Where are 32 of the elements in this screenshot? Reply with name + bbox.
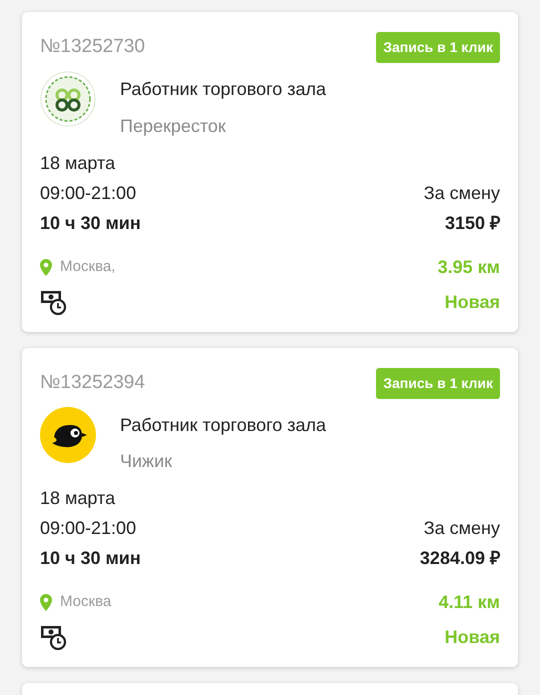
pay-amount: 3150 ₽ (444, 212, 500, 235)
shift-duration: 10 ч 30 мин (40, 547, 141, 570)
bird-logo-icon (40, 406, 96, 463)
distance: 3.95 км (438, 256, 500, 279)
cash-clock-icon (40, 290, 67, 315)
cash-clock-icon (40, 625, 67, 650)
city-name: Москва, (60, 256, 116, 277)
status-label: Новая (444, 290, 500, 314)
shift-time: 09:00-21:00 (40, 517, 138, 540)
logo-icon (40, 71, 96, 127)
status-label: Новая (444, 626, 500, 650)
job-card[interactable]: №13252730 Запись в 1 клик Работник торгового зала Перекресток 18 марта 09:00-21:00 10 ч 30 мин За смену 3150 ₽ Москва, 3.95 км Новая (22, 12, 518, 332)
one-click-badge: Запись в 1 клик (376, 368, 500, 399)
pay-label: За смену (424, 182, 500, 205)
one-click-badge: Запись в 1 клик (376, 32, 500, 63)
pay-label: За смену (422, 517, 500, 540)
shift-time: 09:00-21:00 (40, 182, 138, 205)
company-name: Перекресток (120, 114, 227, 138)
pay-amount: 3284.09 ₽ (420, 547, 500, 570)
location-pin-icon (40, 258, 52, 276)
shift-duration: 10 ч 30 мин (40, 212, 141, 235)
city-name: Москва (60, 592, 112, 612)
job-number: №13252394 (40, 370, 145, 395)
company-name: Чижик (120, 450, 174, 474)
location-pin-icon (40, 594, 52, 612)
job-title: Работник торгового зала (120, 79, 326, 101)
job-card[interactable]: №13252394 Запись в 1 клик Работник торгового зала Чижик 18 марта 09:00-21:00 10 ч 30 мин За смену 3284.09 ₽ Москва 4.11 км Новая (22, 348, 518, 668)
job-title: Работник торгового зала (120, 414, 326, 436)
distance: 4.11 км (438, 591, 500, 614)
shift-date: 18 марта (40, 152, 116, 175)
shift-date: 18 марта (40, 487, 116, 510)
job-number: №13252730 (40, 35, 145, 60)
